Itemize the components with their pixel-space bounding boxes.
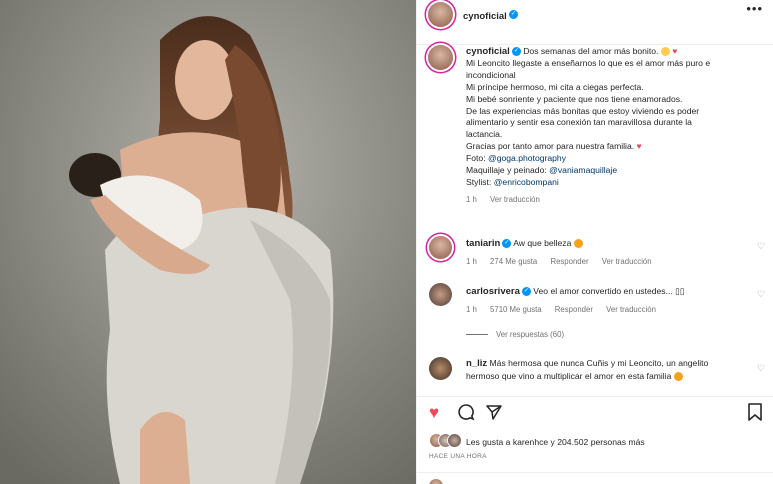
photo-illustration [0,0,416,484]
likes-summary[interactable]: Les gusta a karenhce y 204.502 personas … [466,437,645,447]
header-username[interactable]: cynoficial [463,11,507,22]
view-replies-button[interactable]: Ver respuestas (60) [466,330,564,339]
comment-translate-link[interactable]: Ver traducción [602,257,652,266]
comment-time[interactable]: 1 h [466,305,477,314]
caption-text-line: Mi bebé sonriente y paciente que nos tie… [466,93,683,104]
post-caption: cynoficial ✓ Dos semanas del amor más bon… [466,46,762,206]
red-heart-icon: ♥ [636,141,642,152]
caption-meta: 1 h Ver traducción [466,194,762,206]
share-icon[interactable] [485,403,503,426]
comment-username[interactable]: n_liz [466,358,487,369]
heart-eyes-emoji-icon [573,239,583,249]
comment-like-icon[interactable]: ♡ [757,364,765,373]
lion-emoji-icon [660,47,670,57]
comment-second-line: hermoso que vino a multiplicar el amor e… [466,370,708,382]
caption-first-line: cynoficial ✓ Dos semanas del amor más bon… [466,46,762,58]
comment-meta: 1 h 274 Me gusta Responder Ver traducció… [466,256,663,268]
current-user-avatar [429,479,443,484]
comment-item: taniarin ✓ Aw que belleza 1 h 274 Me gust… [466,237,663,268]
verified-icon: ✓ [502,239,512,249]
comment-text: Aw que belleza [513,238,572,248]
credit-maquillaje: Maquillaje y peinado: @vaniamaquillaje [466,165,762,177]
verified-icon: ✓ [511,47,521,57]
post-side-panel: cynoficial ✓ ••• cynoficial ✓ Dos semanas … [416,0,773,484]
comment-text: Veo el amor convertido en ustedes... ▯▯ [533,286,685,296]
comment-icon[interactable] [457,403,475,426]
comment-reply-button[interactable]: Responder [550,257,588,266]
caption-text-line: lactancia. [466,129,503,140]
liked-by-avatars[interactable] [429,433,463,448]
credit-link[interactable]: @enricobompani [494,177,559,187]
comment-item: carlosrivera ✓ Veo el amor convertido en … [466,285,685,316]
caption-text-line: Gracias por tanto amor para nuestra fami… [466,141,635,152]
like-filled-icon[interactable]: ♥ [429,403,439,423]
comment-like-icon[interactable]: ♡ [757,242,765,251]
credit-label: Maquillaje y peinado: [466,165,547,176]
credit-label: Stylist: [466,176,492,187]
author-avatar[interactable] [428,2,453,27]
credit-stylist: Stylist: @enricobompani [466,177,762,189]
comment-text: Más hermosa que nunca Cuñis y mi Leoncit… [489,358,709,368]
caption-text-line: Mi príncipe hermoso, mi cita a ciegas pe… [466,81,644,92]
comment-first-line: n_liz Más hermosa que nunca Cuñis y mi L… [466,357,708,370]
liker-avatar [447,433,462,448]
caption-text-line: De las experiencias más bonitas que esto… [466,105,700,116]
caption-text-line: alimentario y sentir esa conexión tan ma… [466,117,692,128]
verified-icon: ✓ [521,287,531,297]
comment-likes[interactable]: 5710 Me gusta [490,305,542,314]
caption-translate-link[interactable]: Ver traducción [490,195,540,204]
caption-text-line: Dos semanas del amor más bonito. [523,46,659,56]
red-heart-icon: ♥ [672,46,678,56]
post-photo[interactable] [0,0,416,484]
credit-foto: Foto: @goga.photography [466,153,762,165]
comment-meta: 1 h 5710 Me gusta Responder Ver traducci… [466,304,685,316]
comment-reply-button[interactable]: Responder [555,305,593,314]
credit-link[interactable]: @goga.photography [488,153,566,163]
save-icon[interactable] [747,403,763,426]
comment-avatar[interactable] [429,236,452,259]
caption-username[interactable]: cynoficial [466,46,510,57]
comment-avatar[interactable] [429,357,452,380]
comment-username[interactable]: taniarin [466,238,500,249]
comment-likes[interactable]: 274 Me gusta [490,257,537,266]
comment-text: hermoso que vino a multiplicar el amor e… [466,371,672,381]
post-header: cynoficial ✓ ••• [417,0,773,45]
divider [417,472,773,473]
comment-username[interactable]: carlosrivera [466,286,520,297]
caption-text-line: incondicional [466,69,516,80]
more-horizontal-icon[interactable]: ••• [746,2,763,15]
comment-item: n_liz Más hermosa que nunca Cuñis y mi L… [466,357,708,382]
comment-time[interactable]: 1 h [466,257,477,266]
header-author: cynoficial ✓ [463,6,518,24]
post-timestamp[interactable]: HACE UNA HORA [429,453,487,460]
divider-line [466,334,488,336]
comment-translate-link[interactable]: Ver traducción [606,305,656,314]
credit-label: Foto: [466,153,486,164]
caption-avatar[interactable] [428,45,453,70]
caption-time[interactable]: 1 h [466,195,477,204]
credit-link[interactable]: @vaniamaquillaje [549,165,617,175]
comment-avatar[interactable] [429,283,452,306]
heart-eyes-emoji-icon [673,372,683,382]
caption-text-line: Mi Leoncito llegaste a enseñarnos lo que… [466,57,711,68]
comment-like-icon[interactable]: ♡ [757,290,765,299]
view-replies-label: Ver respuestas (60) [496,330,565,339]
caption-thanks-line: Gracias por tanto amor para nuestra fami… [466,141,762,153]
action-bar: ♥ [417,396,773,433]
verified-icon: ✓ [508,10,518,20]
